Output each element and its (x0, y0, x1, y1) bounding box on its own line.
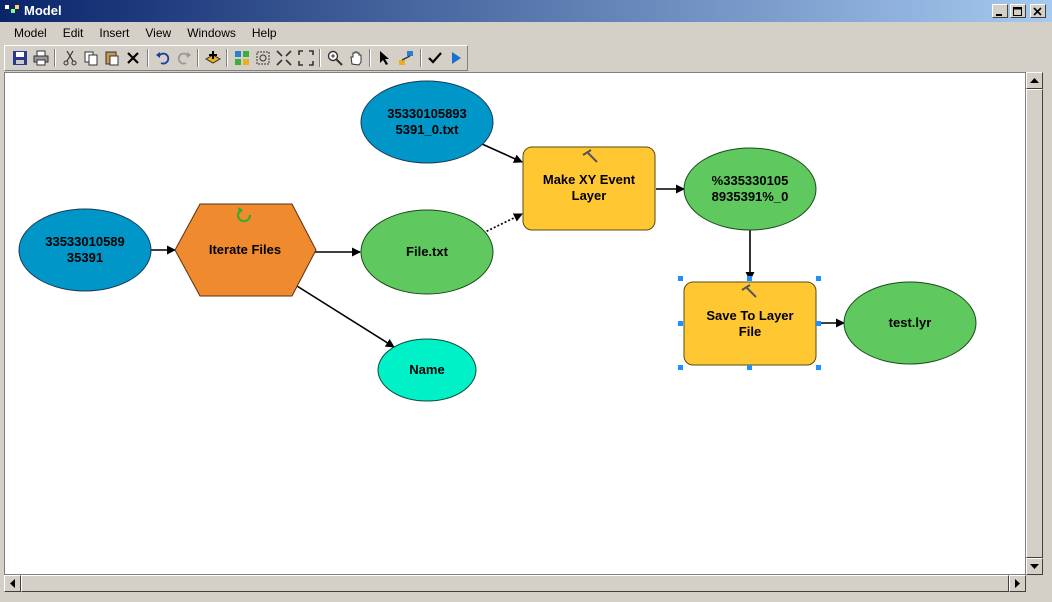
delete-icon (127, 52, 140, 64)
make-xy-label: Make XY Event Layer (542, 172, 636, 203)
connect-icon (399, 51, 414, 65)
menu-help[interactable]: Help (244, 26, 285, 40)
zoom-in-button[interactable] (324, 47, 345, 69)
print-icon (33, 50, 49, 66)
select-button[interactable] (374, 47, 395, 69)
pan-button[interactable] (345, 47, 366, 69)
iterate-files-label: Iterate Files (208, 242, 282, 257)
arrow-down-icon (1030, 563, 1039, 569)
undo-button[interactable] (152, 47, 173, 69)
arrow-left-icon (9, 579, 15, 588)
redo-icon (177, 52, 191, 65)
close-button[interactable] (1030, 4, 1046, 18)
maximize-icon (1013, 7, 1022, 16)
undo-icon (155, 52, 169, 65)
toolbar-separator (147, 49, 149, 67)
scroll-down-button[interactable] (1026, 558, 1043, 575)
menu-model[interactable]: Model (0, 26, 55, 40)
scroll-left-button[interactable] (4, 575, 21, 592)
menu-insert[interactable]: Insert (91, 26, 137, 40)
validate-icon (428, 52, 443, 64)
pan-icon (350, 51, 362, 66)
connect-button[interactable] (396, 47, 417, 69)
vertical-scrollbar[interactable] (1026, 72, 1043, 575)
copy-icon (84, 51, 98, 66)
cut-button[interactable] (59, 47, 80, 69)
paste-icon (105, 51, 119, 66)
name-label: Name (409, 362, 445, 377)
minimize-button[interactable] (992, 4, 1008, 18)
zoom-in-icon (327, 50, 343, 66)
scrollbar-corner (1026, 575, 1043, 592)
run-button[interactable] (446, 47, 467, 69)
run-icon (452, 52, 462, 64)
toolbar-separator (54, 49, 57, 67)
menu-windows[interactable]: Windows (179, 26, 244, 40)
toolbar-separator (419, 49, 422, 67)
full-extent-button[interactable] (253, 47, 274, 69)
horizontal-scrollbar[interactable] (4, 575, 1026, 592)
select-icon (379, 51, 389, 65)
vertical-scroll-thumb[interactable] (1026, 89, 1043, 558)
scroll-up-button[interactable] (1026, 72, 1043, 89)
fit-to-window-button[interactable] (274, 47, 295, 69)
arrow-up-icon (1030, 77, 1039, 83)
redo-button[interactable] (173, 47, 194, 69)
toolbar-separator (369, 49, 372, 67)
delete-button[interactable] (123, 47, 144, 69)
cut-icon (63, 50, 77, 66)
menu-edit[interactable]: Edit (55, 26, 92, 40)
scroll-right-button[interactable] (1009, 575, 1026, 592)
folder-label: 33533010589 35391 (45, 234, 125, 265)
auto-layout-icon (235, 51, 249, 65)
close-icon (1033, 7, 1042, 16)
toolbar-separator (226, 49, 229, 67)
horizontal-scroll-thumb[interactable] (21, 575, 1009, 592)
menu-view[interactable]: View (137, 26, 179, 40)
test-lyr-label: test.lyr (888, 315, 932, 330)
full-extent-icon (256, 51, 270, 65)
auto-layout-button[interactable] (231, 47, 252, 69)
window-title: Model (24, 3, 62, 18)
title-bar: Model (0, 0, 1052, 22)
toolbar (4, 45, 468, 71)
maximize-button[interactable] (1010, 4, 1026, 18)
save-icon (12, 51, 27, 65)
connector-iterate-to-name[interactable] (288, 280, 395, 348)
zoom-extent-button[interactable] (295, 47, 316, 69)
file-txt-label: File.txt (406, 244, 448, 259)
model-canvas[interactable]: 35330105893 5391_0.txt 33533010589 35391… (4, 72, 1026, 575)
minimize-icon (996, 14, 1002, 16)
save-button[interactable] (9, 47, 30, 69)
save-layer-label: Save To Layer File (706, 308, 794, 339)
copy-button[interactable] (80, 47, 101, 69)
input-file-label: 35330105893 5391_0.txt (387, 106, 467, 137)
toolbar-separator (319, 49, 322, 67)
toolbar-separator (197, 49, 200, 67)
add-data-button[interactable] (202, 47, 223, 69)
arrow-right-icon (1014, 579, 1020, 588)
menu-bar: Model Edit Insert View Windows Help (0, 22, 1052, 44)
zoom-extent-icon (297, 50, 314, 66)
add-data-icon (204, 51, 221, 64)
fit-to-window-icon (276, 50, 292, 66)
print-button[interactable] (30, 47, 51, 69)
model-app-icon (5, 5, 19, 13)
output-layer-label: %335330105 8935391%_0 (711, 173, 789, 204)
validate-button[interactable] (425, 47, 446, 69)
connector-file-to-makexy[interactable] (482, 213, 523, 234)
paste-button[interactable] (102, 47, 123, 69)
